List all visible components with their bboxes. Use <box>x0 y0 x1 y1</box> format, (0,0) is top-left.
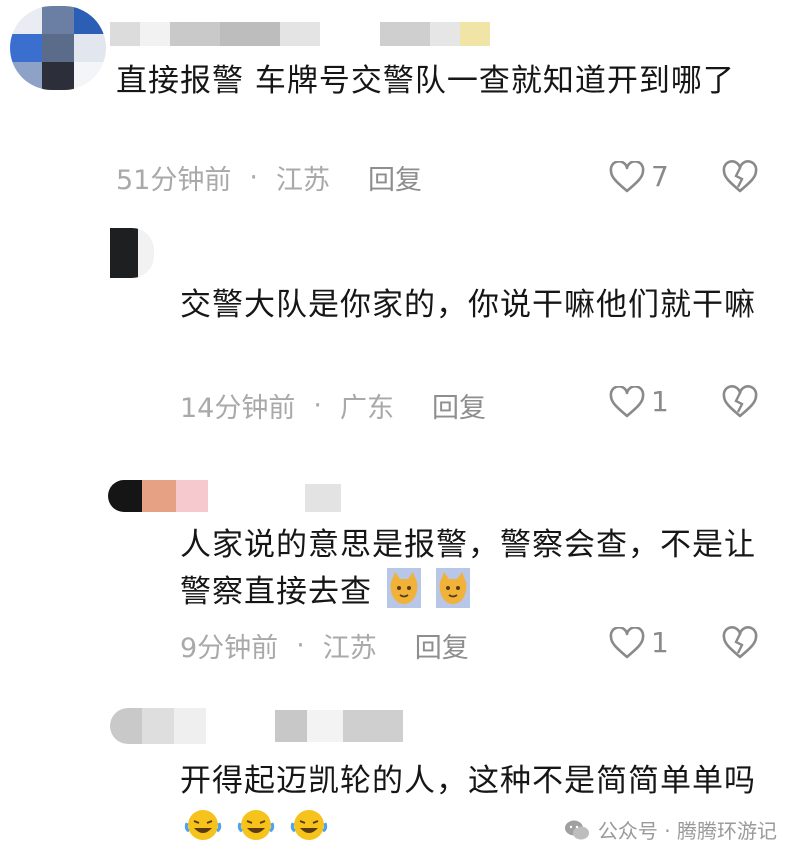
broken-heart-icon[interactable] <box>722 626 758 660</box>
comment-time: 9分钟前 <box>180 633 279 664</box>
comment-text: 人家说的意思是报警，警察会查，不是让警察直接去查 <box>180 522 780 615</box>
wechat-icon <box>564 820 589 839</box>
separator-dot: · <box>313 390 322 421</box>
like-button[interactable]: 7 <box>609 160 669 193</box>
separator-dot: · <box>249 162 258 193</box>
separator-dot: · <box>296 630 305 661</box>
cat-emoji-icon <box>435 568 470 608</box>
watermark-text: 公众号 · 腾腾环游记 <box>597 819 777 843</box>
avatar[interactable] <box>110 228 154 278</box>
laughing-crying-emoji-icon <box>237 810 275 840</box>
comment-region: 江苏 <box>275 165 330 196</box>
watermark: 公众号 · 腾腾环游记 <box>564 815 777 844</box>
reply-button[interactable]: 回复 <box>368 158 422 197</box>
reply-button[interactable]: 回复 <box>432 386 486 425</box>
comment-time: 51分钟前 <box>116 165 232 196</box>
like-count: 7 <box>651 160 669 193</box>
username-redacted[interactable] <box>110 22 490 46</box>
heart-outline-icon <box>609 385 645 417</box>
like-button[interactable]: 1 <box>609 626 669 659</box>
like-count: 1 <box>651 385 669 418</box>
comment-region: 江苏 <box>322 633 377 664</box>
comment-item: 人家说的意思是报警，警察会查，不是让警察直接去查 9分钟前 · 江苏 回复 1 <box>0 470 795 670</box>
laughing-crying-emoji-icon <box>184 810 222 840</box>
laughing-crying-emoji-icon <box>290 810 327 840</box>
avatar[interactable] <box>110 708 206 744</box>
avatar[interactable] <box>108 480 208 512</box>
comment-meta: 9分钟前 · 江苏 回复 <box>180 626 469 665</box>
heart-outline-icon <box>609 626 645 658</box>
reply-button[interactable]: 回复 <box>415 626 469 665</box>
username-redacted[interactable] <box>305 484 341 512</box>
broken-heart-icon[interactable] <box>722 385 758 419</box>
comment-text: 直接报警 车牌号交警队一查就知道开到哪了 <box>116 63 735 99</box>
comment-meta: 51分钟前 · 江苏 回复 <box>116 158 422 197</box>
comment-item: 直接报警 车牌号交警队一查就知道开到哪了 51分钟前 · 江苏 回复 7 <box>0 0 795 210</box>
comment-text: 交警大队是你家的，你说干嘛他们就干嘛 <box>180 287 756 323</box>
avatar[interactable] <box>10 6 106 90</box>
comment-text-content: 开得起迈凯轮的人，这种不是简简单单吗 <box>180 763 756 799</box>
username-redacted[interactable] <box>275 710 403 742</box>
comment-region: 广东 <box>339 393 394 424</box>
like-count: 1 <box>651 626 669 659</box>
comment-time: 14分钟前 <box>180 393 296 424</box>
heart-outline-icon <box>609 160 645 192</box>
comment-meta: 14分钟前 · 广东 回复 <box>180 386 486 425</box>
comment-item: 交警大队是你家的，你说干嘛他们就干嘛 14分钟前 · 广东 回复 1 <box>0 222 795 437</box>
cat-emoji-icon <box>386 568 421 608</box>
broken-heart-icon[interactable] <box>722 160 758 194</box>
like-button[interactable]: 1 <box>609 385 669 418</box>
